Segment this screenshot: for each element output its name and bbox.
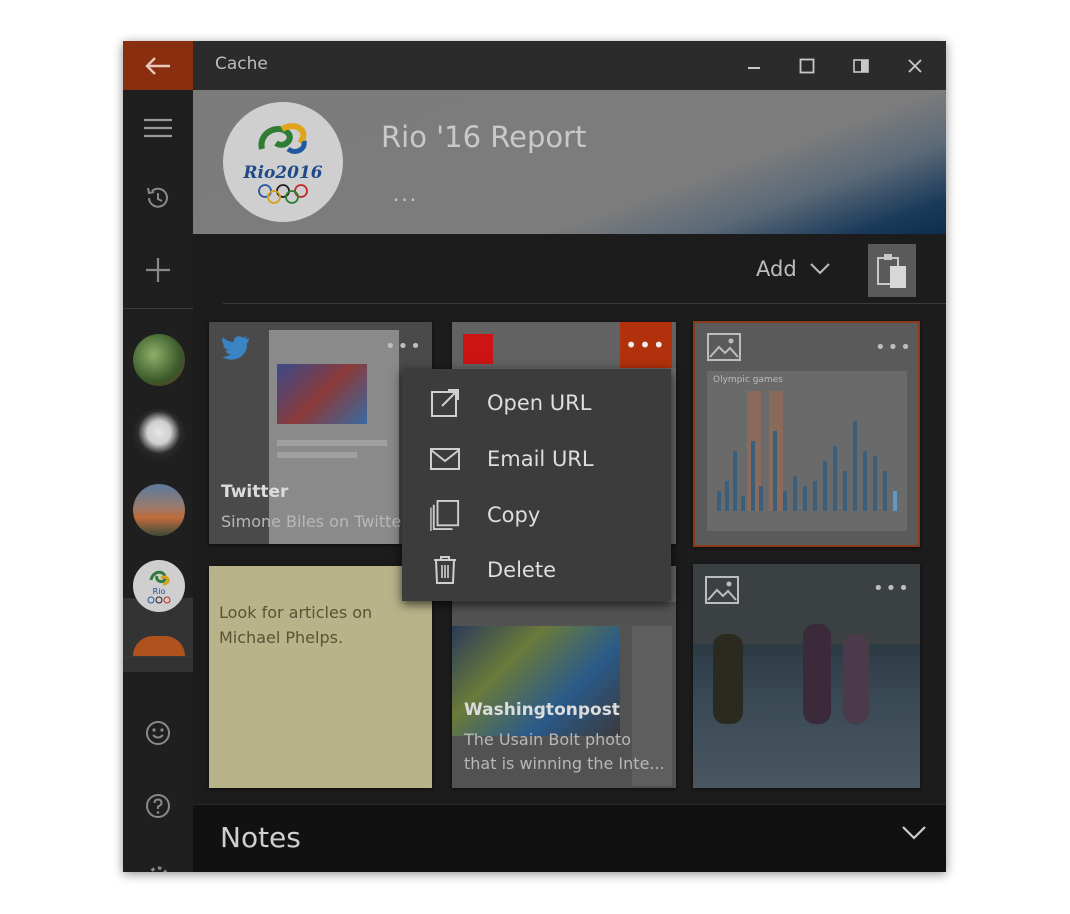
chart-thumb-label: Olympic games [713,375,783,385]
rail-divider-bottom [123,656,193,657]
menu-item-open-url[interactable]: Open URL [402,375,671,431]
history-button[interactable] [123,168,193,228]
menu-item-label: Copy [487,503,541,527]
menu-item-label: Open URL [487,391,592,415]
minimize-icon [748,66,760,69]
card-title: Twitter [221,482,289,502]
help-button[interactable] [123,776,193,836]
back-button[interactable] [123,41,193,90]
rio-2016-logo: Rio2016 [223,102,343,222]
menu-item-email-url[interactable]: Email URL [402,431,671,487]
chevron-down-icon[interactable] [901,825,927,841]
help-icon [146,794,170,818]
snap-button[interactable] [834,41,888,90]
collection-more-button[interactable]: ... [393,182,418,206]
card-more-button-active[interactable]: ••• [620,322,672,368]
close-button[interactable] [888,41,942,90]
rio-logo-icon: Rio [147,570,171,604]
app-title: Cache [215,54,268,74]
trash-icon [430,555,460,585]
rail-divider [123,308,193,309]
gear-icon [148,866,168,872]
collection-avatar-person[interactable] [133,409,185,461]
menu-item-label: Delete [487,558,556,582]
card-chart-image[interactable]: ••• Olympic games [693,321,920,547]
card-subtitle-line1: The Usain Bolt photo [464,730,632,749]
collection-title: Rio '16 Report [381,120,587,154]
maximize-button[interactable] [780,41,834,90]
logo-text: Rio2016 [243,163,323,183]
note-text: Look for articles on Michael Phelps. [219,603,373,647]
open-external-icon [430,388,460,418]
left-rail: Rio [123,90,193,872]
menu-item-delete[interactable]: Delete [402,542,671,598]
add-dropdown-button[interactable]: Add [756,257,831,281]
paste-button[interactable] [868,244,916,297]
card-subtitle-line2: that is winning the Inte... [464,754,665,773]
card-more-dots[interactable]: ••• [385,336,423,357]
bar-chart-thumbnail [717,421,897,511]
rio-emblem-icon [258,123,307,154]
card-photo[interactable]: ••• [693,564,920,788]
title-bar: Cache [123,41,946,90]
settings-button[interactable] [123,847,193,872]
svg-text:Rio: Rio [153,587,166,596]
email-icon [430,444,460,474]
card-twitter[interactable]: ••• Twitter Simone Biles on Twitter [209,322,432,544]
feedback-button[interactable] [123,703,193,763]
card-more-dots[interactable]: ••• [873,578,911,599]
tweet-text-line [277,452,357,458]
menu-item-label: Email URL [487,447,594,471]
back-arrow-icon [145,56,170,75]
history-icon [147,187,168,208]
card-more-dots[interactable]: ••• [875,337,913,358]
minimize-button[interactable] [727,41,781,90]
collection-avatar-nature[interactable] [133,334,185,386]
card-note[interactable]: Look for articles on Michael Phelps. [209,566,432,788]
notes-panel-bar[interactable]: Notes [193,804,946,872]
collection-header: Rio2016 Rio '16 Report ... [193,90,946,234]
sprinter-figure [843,634,869,724]
collection-avatar-rio[interactable]: Rio [133,560,185,612]
add-label: Add [756,257,797,281]
card-title: Washingtonpost [464,700,620,720]
chart-thumbnail: Olympic games [707,371,907,531]
hamburger-menu-button[interactable] [123,98,193,158]
smiley-icon [146,721,170,745]
sprinter-figure [713,634,743,724]
copy-icon [430,500,460,531]
olympic-rings-icon [258,184,308,204]
tweet-text-line [277,440,387,446]
close-icon [908,58,922,73]
toolbar-separator [223,303,946,304]
twitter-icon [222,336,249,360]
menu-item-copy[interactable]: Copy [402,487,671,543]
card-context-menu: Open URL Email URL Copy Delete [402,369,671,601]
collection-avatar-landscape[interactable] [133,484,185,536]
clipboard-icon [877,253,906,288]
sprinter-figure [803,624,831,724]
add-collection-button[interactable] [123,240,193,300]
card-subtitle: Simone Biles on Twitter [221,512,408,531]
image-icon [705,576,739,604]
chevron-down-icon [809,263,830,275]
app-window: Cache Rio Rio2016 Rio '16 Report ... Add… [123,41,946,872]
maximize-icon [799,58,815,73]
site-favicon [463,334,493,364]
hamburger-icon [144,118,172,138]
plus-icon [146,258,170,282]
tweet-image [277,364,367,424]
notes-title: Notes [220,821,301,854]
snap-icon [853,58,869,73]
image-icon [707,333,741,361]
